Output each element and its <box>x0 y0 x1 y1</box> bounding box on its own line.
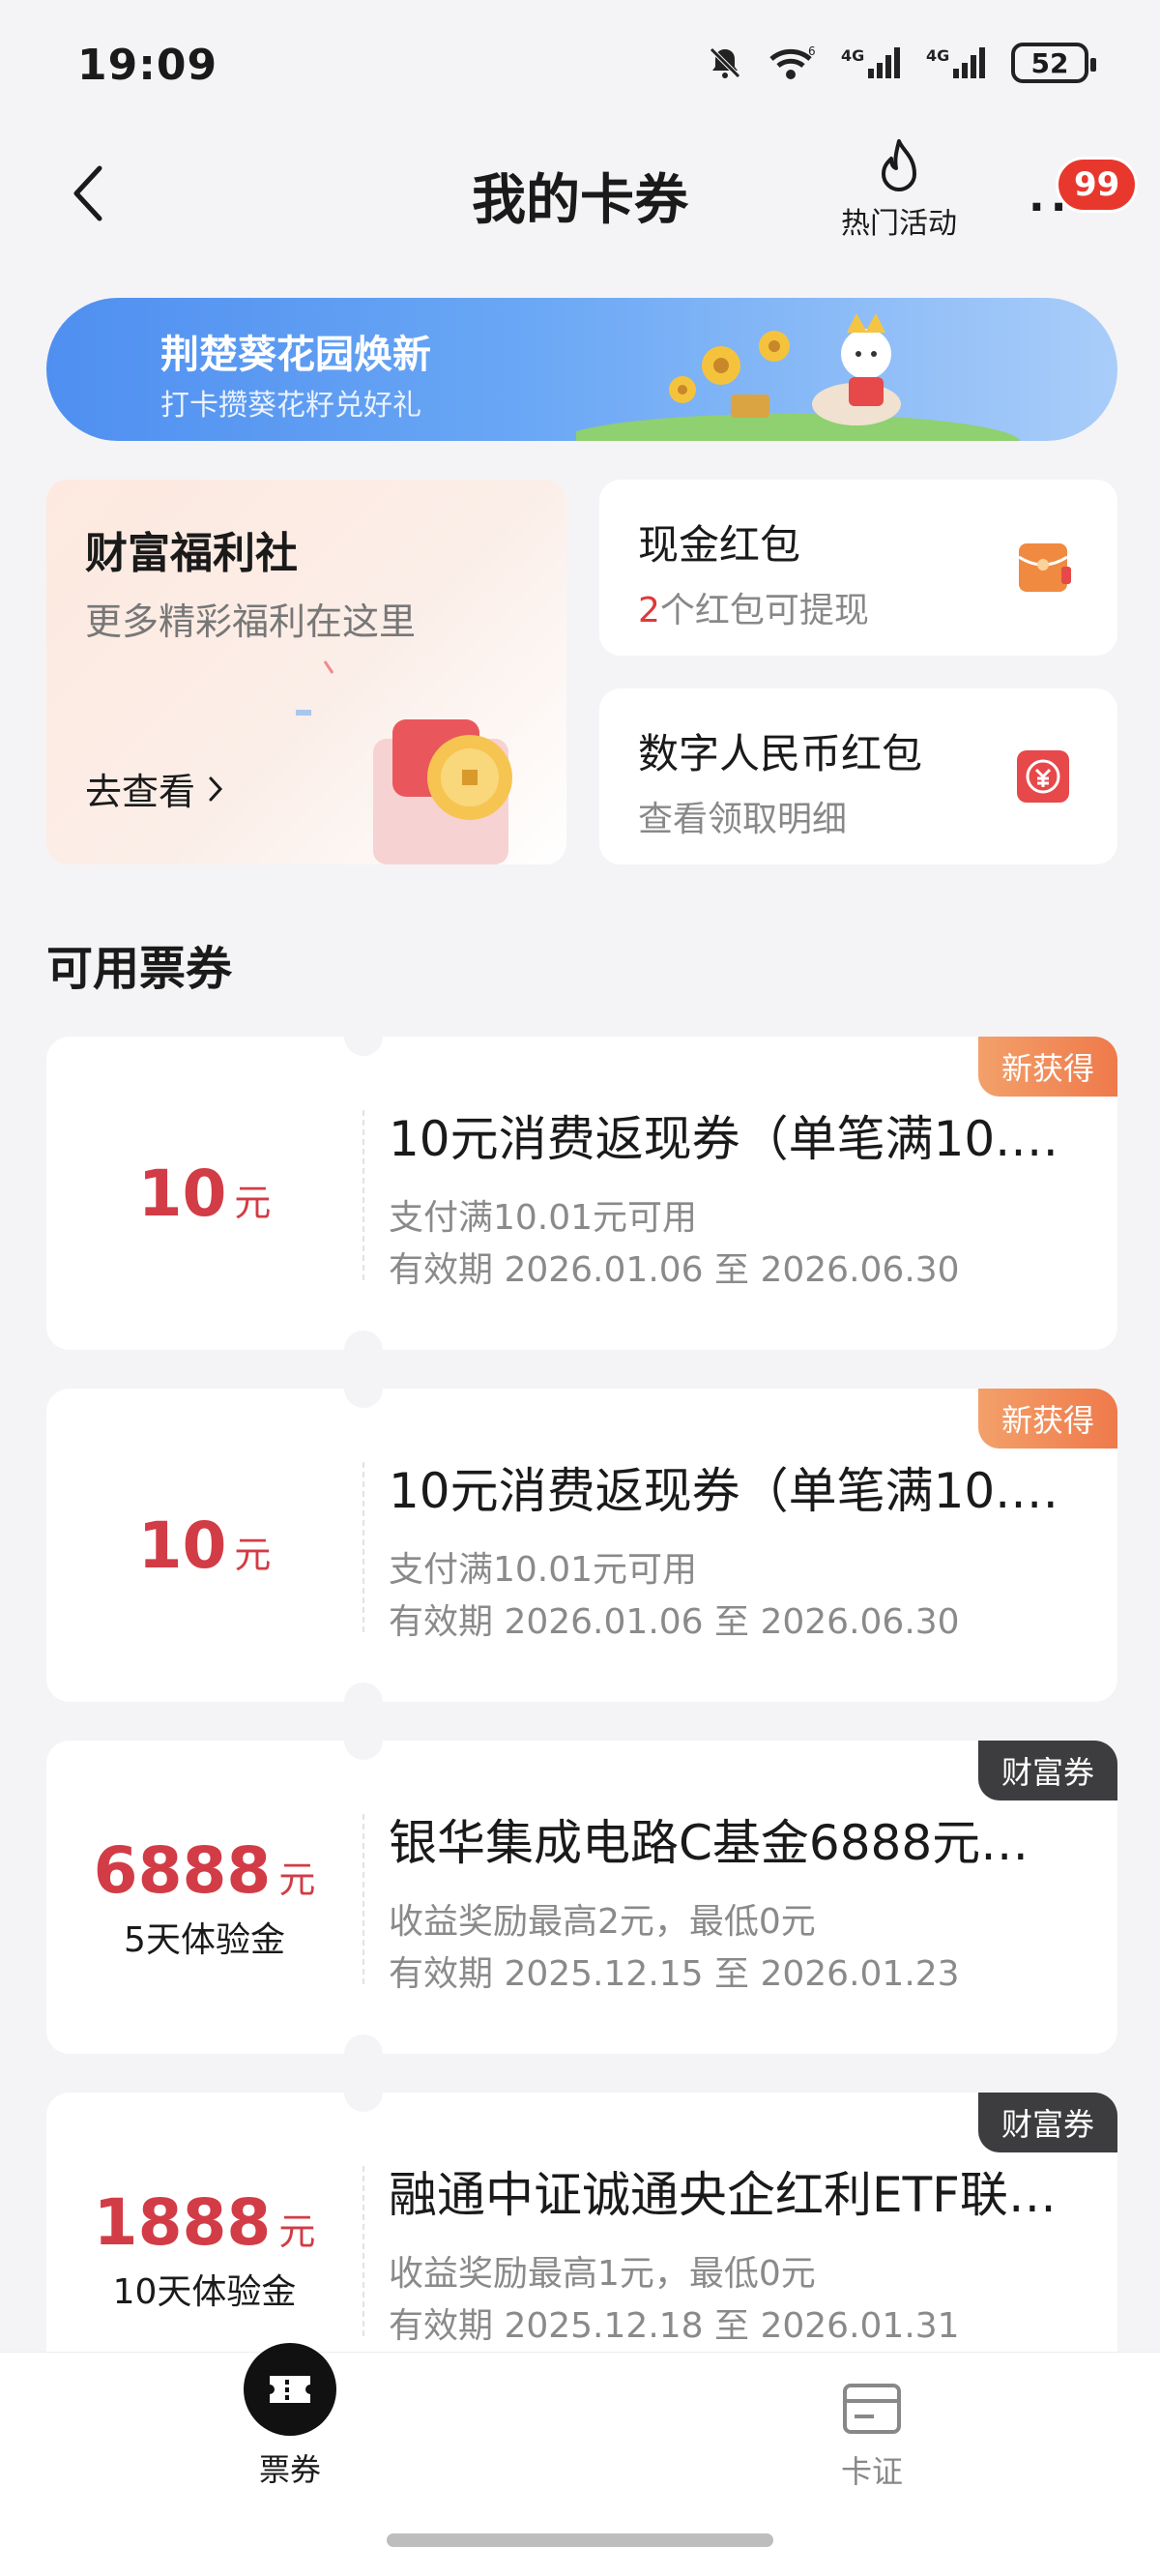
banner-title: 荆楚葵花园焕新 <box>160 333 431 377</box>
ticket-icon <box>244 2343 336 2436</box>
welfare-view-link[interactable]: 去查看 <box>85 762 224 815</box>
coupon-condition: 收益奖励最高1元，最低0元 <box>389 2254 816 2294</box>
coupon-condition: 支付满10.01元可用 <box>389 1198 698 1238</box>
cash-redpacket-title: 现金红包 <box>638 521 801 569</box>
coupon-validity: 有效期 2025.12.18 至 2026.01.31 <box>389 2306 960 2346</box>
banner-subtitle: 打卡攒葵花籽兑好礼 <box>160 389 421 423</box>
tab-cards-label: 卡证 <box>840 2453 903 2490</box>
digital-rmb-card[interactable]: 数字人民币红包 查看领取明细 <box>599 688 1117 864</box>
promo-banner[interactable]: 荆楚葵花园焕新 打卡攒葵花籽兑好礼 <box>46 298 1117 441</box>
coupon-validity: 有效期 2026.01.06 至 2026.06.30 <box>389 1602 960 1642</box>
amount-note: 10天体验金 <box>112 2271 297 2312</box>
dashed-divider <box>362 1110 364 1280</box>
coupon-card[interactable]: 10元 10元消费返现券（单笔满10.01元可用） 支付满10.01元可用 有效… <box>46 1037 1117 1350</box>
coupon-amount: 10 元 <box>46 1037 362 1350</box>
svg-text:4G: 4G <box>926 46 949 65</box>
status-badge: 财富券 <box>977 2093 1117 2152</box>
coupon-condition: 收益奖励最高2元，最低0元 <box>389 1902 816 1942</box>
coupon-title: 10元消费返现券（单笔满10.01元可用） <box>389 1111 1065 1167</box>
hot-activity-button[interactable]: 热门活动 <box>831 137 967 242</box>
hot-activity-label: 热门活动 <box>841 207 957 241</box>
status-icons: 6 4G 4G 52 <box>706 43 1096 83</box>
battery-level: 52 <box>1030 46 1069 79</box>
amount-unit: 元 <box>234 1533 272 1576</box>
dashed-divider <box>362 1462 364 1632</box>
gift-coin-illustration <box>296 660 512 864</box>
coupon-amount: 10 元 <box>46 1389 362 1702</box>
nav-bar: 我的卡券 热门活动 ··· 99 <box>0 135 1160 251</box>
amount-unit: 元 <box>234 1181 272 1224</box>
digital-rmb-subtitle: 查看领取明细 <box>638 800 848 839</box>
signal-4g-icon: 4G <box>841 44 905 82</box>
dashed-divider <box>362 2166 364 2336</box>
welfare-title: 财富福利社 <box>85 529 298 578</box>
coupon-validity: 有效期 2026.01.06 至 2026.06.30 <box>389 1250 960 1290</box>
notification-badge: 99 <box>1056 157 1139 213</box>
amount-value: 1888 <box>93 2184 272 2260</box>
mute-icon <box>706 44 744 82</box>
status-bar: 19:09 6 4G 4G 52 <box>0 0 1160 135</box>
status-badge: 新获得 <box>977 1389 1117 1449</box>
digital-rmb-title: 数字人民币红包 <box>638 730 923 777</box>
coupon-card[interactable]: 6888 元 5天体验金 银华集成电路C基金6888元体验金 收益奖励最高2元，最… <box>46 1741 1117 2054</box>
amount-note: 5天体验金 <box>124 1919 285 1960</box>
battery-icon: 52 <box>1011 43 1096 83</box>
wealth-welfare-card[interactable]: 财富福利社 更多精彩福利在这里 去查看 <box>46 480 566 864</box>
redpacket-count: 2 <box>638 591 660 630</box>
status-time: 19:09 <box>77 41 218 90</box>
dashed-divider <box>362 1814 364 1984</box>
cash-redpacket-subtitle: 2个红包可提现 <box>638 582 869 632</box>
coupon-validity: 有效期 2025.12.15 至 2026.01.23 <box>389 1954 960 1994</box>
page-title: 我的卡券 <box>472 169 688 232</box>
banner-illustration <box>576 313 1021 441</box>
coupon-title: 融通中证诚通央企红利ETF联接体验金 <box>389 2167 1065 2223</box>
status-badge: 财富券 <box>977 1741 1117 1800</box>
redpacket-count-label: 个红包可提现 <box>659 591 869 630</box>
amount-unit: 元 <box>278 1858 316 1901</box>
tab-tickets[interactable]: 票券 <box>193 2343 387 2490</box>
amount-value: 10 <box>137 1508 227 1583</box>
amount-value: 10 <box>137 1156 227 1231</box>
tab-cards[interactable]: 卡证 <box>775 2353 969 2492</box>
more-button[interactable]: ··· 99 <box>1015 157 1139 232</box>
red-envelope-icon <box>1018 543 1071 592</box>
chevron-right-icon <box>209 776 223 801</box>
welfare-link-label: 去查看 <box>85 771 196 813</box>
coupon-condition: 支付满10.01元可用 <box>389 1550 698 1590</box>
wifi-icon: 6 <box>766 44 820 82</box>
coupon-amount: 6888 元 5天体验金 <box>46 1741 362 2054</box>
coupon-title: 10元消费返现券（单笔满10.01元可用） <box>389 1463 1065 1519</box>
cash-redpacket-card[interactable]: 现金红包 2个红包可提现 <box>599 480 1117 656</box>
digital-yuan-icon <box>1017 750 1069 803</box>
card-icon <box>843 2384 901 2434</box>
tab-tickets-label: 票券 <box>258 2451 321 2488</box>
signal-4g-icon: 4G <box>926 44 990 82</box>
amount-value: 6888 <box>93 1832 272 1908</box>
flame-icon <box>882 139 916 191</box>
svg-text:6: 6 <box>808 44 816 58</box>
coupon-title: 银华集成电路C基金6888元体验金 <box>389 1815 1065 1871</box>
coupon-card[interactable]: 10元 10元消费返现券（单笔满10.01元可用） 支付满10.01元可用 有效… <box>46 1389 1117 1702</box>
status-badge: 新获得 <box>977 1037 1117 1097</box>
svg-text:4G: 4G <box>841 46 864 65</box>
amount-unit: 元 <box>278 2210 316 2253</box>
home-indicator[interactable] <box>387 2533 773 2547</box>
section-title: 可用票券 <box>46 942 233 996</box>
